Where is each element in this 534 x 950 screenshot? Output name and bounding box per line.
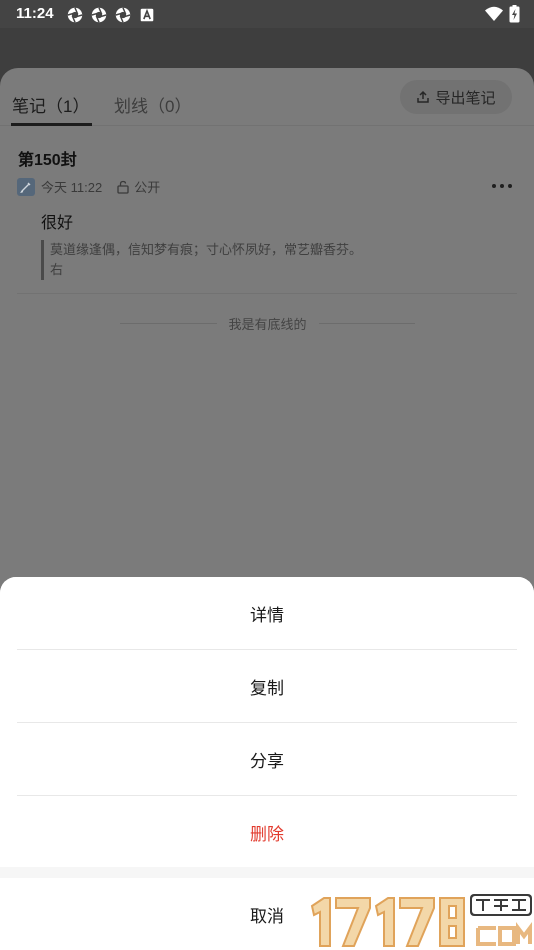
quote-line: 右 bbox=[50, 262, 64, 277]
action-sheet: 详情 复制 分享 删除 取消 bbox=[0, 577, 534, 950]
tab-notes[interactable]: 笔记（1） bbox=[12, 92, 89, 117]
battery-charging-icon bbox=[509, 5, 520, 23]
note-meta: 今天 11:22 公开 bbox=[17, 177, 160, 196]
status-time: 11:24 bbox=[16, 5, 54, 22]
list-end-indicator: 我是有底线的 bbox=[120, 314, 416, 333]
status-bar: 11:24 bbox=[0, 0, 534, 28]
wifi-icon bbox=[485, 6, 503, 21]
tab-bar: 笔记（1） 划线（0） 导出笔记 bbox=[0, 68, 534, 126]
export-icon bbox=[417, 90, 430, 103]
copy-option[interactable]: 复制 bbox=[0, 650, 534, 722]
more-options-icon[interactable] bbox=[492, 184, 512, 188]
details-option[interactable]: 详情 bbox=[0, 577, 534, 649]
note-body: 很好 bbox=[41, 215, 74, 232]
action-sheet-options: 详情 复制 分享 删除 bbox=[0, 577, 534, 867]
pen-icon bbox=[17, 177, 35, 196]
unlock-icon bbox=[117, 180, 129, 194]
note-date: 今天 11:22 bbox=[41, 180, 103, 195]
visibility-label: 公开 bbox=[134, 180, 161, 195]
active-tab-indicator bbox=[11, 123, 92, 126]
quote-line: 莫道缘逢偶，信知梦有痕；寸心怀夙好，常艺瓣香芬。 bbox=[50, 242, 363, 257]
aperture-icon bbox=[91, 7, 107, 23]
share-option[interactable]: 分享 bbox=[0, 723, 534, 795]
export-notes-label: 导出笔记 bbox=[435, 89, 496, 107]
divider bbox=[17, 293, 517, 294]
a-box-icon bbox=[140, 8, 154, 22]
aperture-icon bbox=[115, 7, 131, 23]
tab-highlights[interactable]: 划线（0） bbox=[114, 92, 191, 117]
cancel-button[interactable]: 取消 bbox=[0, 878, 534, 950]
note-title: 第150封 bbox=[18, 152, 77, 169]
visibility-toggle[interactable]: 公开 bbox=[116, 177, 160, 196]
quoted-text: 莫道缘逢偶，信知梦有痕；寸心怀夙好，常艺瓣香芬。 右 bbox=[41, 240, 381, 280]
status-notification-icons bbox=[66, 6, 156, 24]
aperture-icon bbox=[67, 7, 83, 23]
list-end-text: 我是有底线的 bbox=[228, 317, 307, 332]
delete-option[interactable]: 删除 bbox=[0, 796, 534, 868]
status-system-icons bbox=[485, 5, 520, 23]
export-notes-button[interactable]: 导出笔记 bbox=[400, 80, 512, 114]
